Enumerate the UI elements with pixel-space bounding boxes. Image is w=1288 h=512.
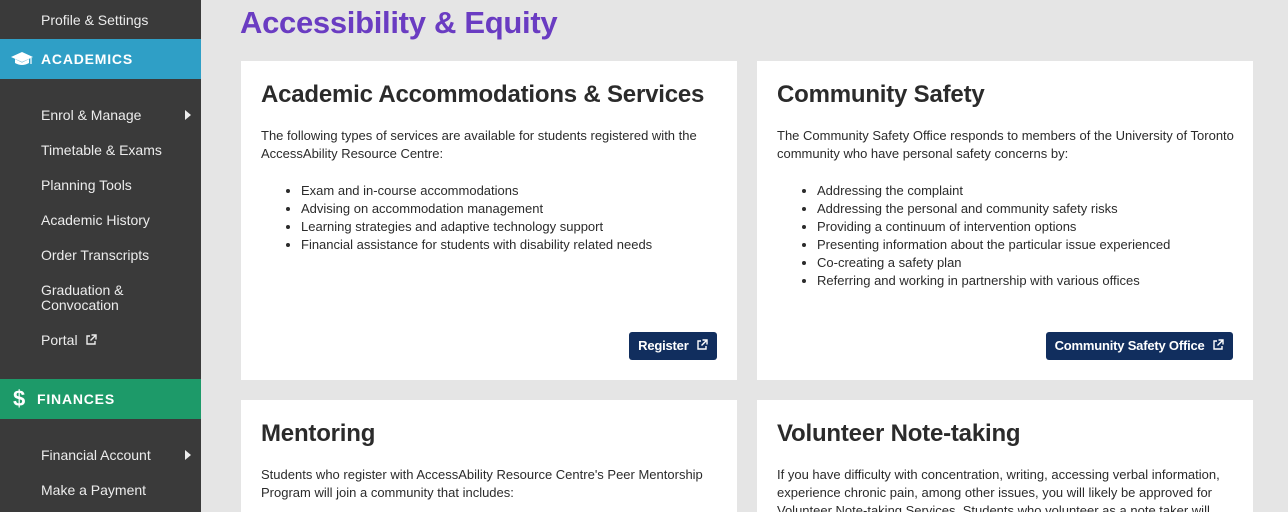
sidebar-item-label: Enrol & Manage: [41, 107, 142, 123]
card-community-safety: Community Safety The Community Safety Of…: [757, 61, 1253, 380]
list-item: Exam and in-course accommodations: [301, 182, 652, 200]
sidebar-item-label: Graduation &: [41, 282, 124, 298]
register-button[interactable]: Register: [629, 332, 717, 360]
card-mentoring: Mentoring Students who register with Acc…: [241, 400, 737, 512]
sidebar-item-profile-settings[interactable]: Profile & Settings: [41, 13, 148, 28]
card-description: Students who register with AccessAbility…: [261, 467, 703, 500]
page-title: Accessibility & Equity: [240, 5, 558, 40]
sidebar-item-label: Portal: [41, 332, 78, 348]
external-link-icon: [1213, 339, 1224, 350]
sidebar-section-label: ACADEMICS: [41, 51, 133, 67]
sidebar-item-order-transcripts[interactable]: Order Transcripts: [41, 248, 149, 263]
sidebar-item-planning-tools[interactable]: Planning Tools: [41, 178, 132, 193]
card-title: Mentoring: [261, 420, 376, 447]
list-item: Referring and working in partnership wit…: [817, 272, 1170, 290]
caret-right-icon: [185, 450, 191, 460]
graduation-cap-icon: [11, 52, 33, 65]
external-link-icon: [697, 339, 708, 350]
dollar-icon: $: [13, 386, 27, 411]
list-item: Addressing the personal and community sa…: [817, 200, 1170, 218]
card-title: Academic Accommodations & Services: [261, 81, 705, 108]
sidebar-section-finances[interactable]: $ FINANCES: [0, 379, 201, 419]
sidebar-item-label: Financial Account: [41, 447, 151, 463]
sidebar-section-academics[interactable]: ACADEMICS: [0, 39, 201, 79]
external-link-icon: [86, 334, 98, 345]
sidebar-item-make-payment[interactable]: Make a Payment: [41, 483, 146, 498]
list-item: Financial assistance for students with d…: [301, 236, 652, 254]
card-description: The Community Safety Office responds to …: [777, 128, 1234, 161]
card-bullet-list: Addressing the complaint Addressing the …: [797, 182, 1170, 290]
sidebar-item-graduation-convocation[interactable]: Graduation & Convocation: [41, 283, 124, 313]
list-item: Providing a continuum of intervention op…: [817, 218, 1170, 236]
card-bullet-list: Exam and in-course accommodations Advisi…: [281, 182, 652, 254]
card-title: Volunteer Note-taking: [777, 420, 1021, 447]
sidebar: Profile & Settings ACADEMICS Enrol & Man…: [0, 0, 201, 512]
list-item: Learning strategies and adaptive technol…: [301, 218, 652, 236]
list-item: Addressing the complaint: [817, 182, 1170, 200]
caret-right-icon: [185, 110, 191, 120]
sidebar-item-academic-history[interactable]: Academic History: [41, 213, 150, 228]
community-safety-office-button[interactable]: Community Safety Office: [1045, 332, 1233, 360]
list-item: Advising on accommodation management: [301, 200, 652, 218]
sidebar-item-label: Convocation: [41, 297, 119, 313]
list-item: Co-creating a safety plan: [817, 254, 1170, 272]
sidebar-item-financial-account[interactable]: Financial Account: [41, 448, 191, 463]
card-title: Community Safety: [777, 81, 985, 108]
sidebar-item-enrol-manage[interactable]: Enrol & Manage: [41, 108, 191, 123]
card-description: If you have difficulty with concentratio…: [777, 467, 1220, 512]
card-description: The following types of services are avai…: [261, 128, 697, 161]
sidebar-section-label: FINANCES: [37, 391, 115, 407]
card-academic-accommodations: Academic Accommodations & Services The f…: [241, 61, 737, 380]
card-volunteer-note-taking: Volunteer Note-taking If you have diffic…: [757, 400, 1253, 512]
sidebar-item-timetable-exams[interactable]: Timetable & Exams: [41, 143, 162, 158]
button-label: Register: [638, 338, 689, 353]
list-item: Presenting information about the particu…: [817, 236, 1170, 254]
sidebar-item-portal[interactable]: Portal: [41, 332, 98, 348]
button-label: Community Safety Office: [1054, 338, 1205, 353]
